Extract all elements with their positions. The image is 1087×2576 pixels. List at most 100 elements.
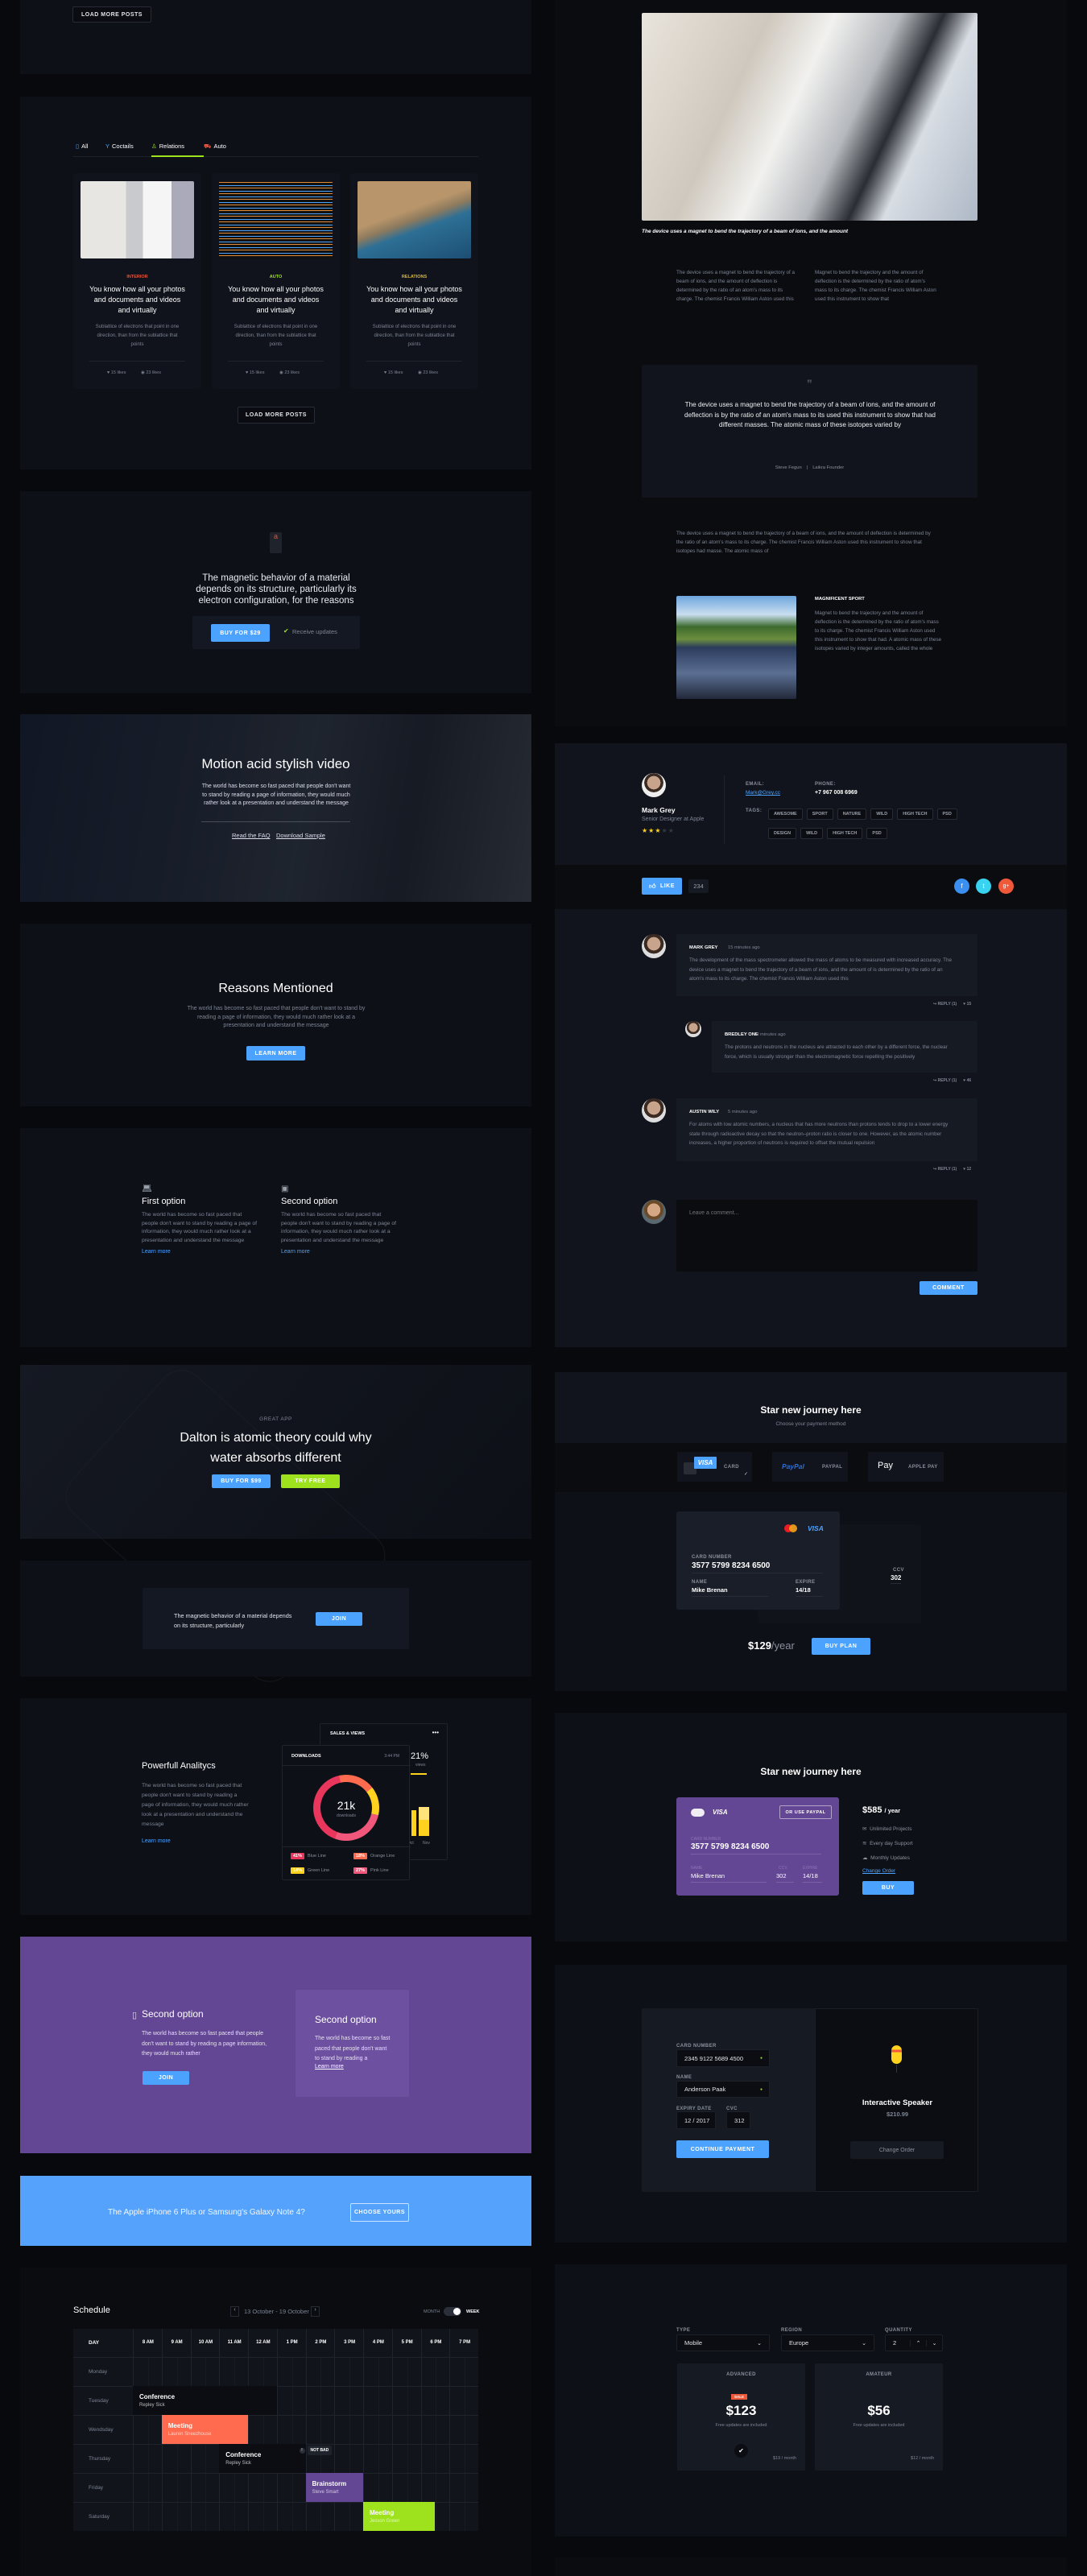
- tag[interactable]: PSD: [936, 808, 957, 820]
- schedule-event[interactable]: Meeting Lauren Sneezhouse: [161, 2415, 248, 2444]
- join-button[interactable]: JOIN: [316, 1612, 362, 1626]
- tab-coctails[interactable]: Y Coctails: [105, 143, 151, 157]
- load-more-button[interactable]: LOAD MORE POSTS: [72, 6, 151, 23]
- tag[interactable]: AWESOME: [768, 808, 803, 820]
- post-title[interactable]: You know how all your photos and documen…: [228, 284, 324, 316]
- profile-role: Senior Designer at Apple: [642, 817, 705, 822]
- learn-more-link[interactable]: Learn more: [315, 2064, 344, 2069]
- buy-button[interactable]: BUY: [862, 1881, 914, 1895]
- twitter-icon[interactable]: t: [976, 879, 991, 894]
- buy-button[interactable]: BUY FOR $99: [212, 1474, 271, 1488]
- increment-icon[interactable]: ⌃: [910, 2339, 926, 2347]
- tag[interactable]: PSD: [866, 828, 887, 839]
- tab-relations[interactable]: ♙ Relations: [151, 143, 204, 157]
- reply-button[interactable]: ↪ REPLY (1): [933, 1078, 957, 1083]
- prev-week-button[interactable]: ‹: [230, 2306, 239, 2317]
- name-input[interactable]: Anderson Paak ●: [676, 2081, 770, 2098]
- schedule-event[interactable]: Brainstorm Steve Smart: [305, 2473, 363, 2502]
- month-week-toggle[interactable]: [444, 2307, 461, 2316]
- tag[interactable]: DESIGN: [768, 828, 797, 839]
- facebook-icon[interactable]: f: [954, 879, 969, 894]
- try-free-button[interactable]: TRY FREE: [281, 1474, 340, 1488]
- post-card[interactable]: INTERIOR You know how all your photos an…: [73, 173, 201, 389]
- tab-all[interactable]: ▯ All: [76, 143, 105, 157]
- learn-more-button[interactable]: LEARN MORE: [246, 1046, 305, 1061]
- decrement-icon[interactable]: ⌄: [926, 2339, 942, 2347]
- comment-button[interactable]: COMMENT: [920, 1281, 977, 1295]
- like-comment-button[interactable]: ♥ 46: [963, 1078, 971, 1083]
- next-week-button[interactable]: ›: [311, 2306, 320, 2317]
- expiry-input[interactable]: 12 / 2017: [676, 2111, 716, 2129]
- method-label: APPLE PAY: [908, 1465, 938, 1470]
- card-name[interactable]: Mike Brenan: [691, 1872, 767, 1883]
- choose-yours-button[interactable]: CHOOSE YOURS: [350, 2203, 409, 2222]
- post-title[interactable]: You know how all your photos and documen…: [366, 284, 462, 316]
- use-paypal-button[interactable]: OR USE PAYPAL: [779, 1805, 832, 1819]
- card-name[interactable]: Mike Brenan: [692, 1586, 768, 1597]
- divider: [724, 775, 725, 844]
- like-comment-button[interactable]: ♥ 12: [963, 1167, 971, 1172]
- method-paypal[interactable]: PayPal PAYPAL: [772, 1452, 848, 1482]
- download-sample-link[interactable]: Download Sample: [276, 832, 325, 839]
- change-order-link[interactable]: Change Order: [862, 1868, 895, 1874]
- post-title[interactable]: You know how all your photos and documen…: [89, 284, 185, 316]
- quantity-value: 2: [893, 2339, 897, 2347]
- read-faq-link[interactable]: Read the FAQ: [232, 832, 271, 839]
- legend-item: 18% Orange Line: [353, 1853, 395, 1859]
- quantity-stepper[interactable]: 2 ⌃ ⌄: [885, 2334, 943, 2351]
- learn-more-link[interactable]: Learn more: [142, 1838, 171, 1844]
- continue-payment-button[interactable]: CONTINUE PAYMENT: [676, 2140, 769, 2158]
- toggle-month-label[interactable]: MONTH: [424, 2309, 440, 2314]
- card-number[interactable]: 3577 5799 8234 6500: [692, 1561, 823, 1573]
- like-button[interactable]: 👍︎ LIKE: [642, 878, 682, 895]
- change-order-button[interactable]: Change Order: [850, 2141, 944, 2159]
- more-icon[interactable]: •••: [432, 1729, 439, 1736]
- tag[interactable]: NATURE: [837, 808, 867, 820]
- sales-percent: 21%: [411, 1751, 429, 1761]
- comment-actions: ↪ REPLY (1) ♥ 12: [933, 1167, 971, 1172]
- schedule-event[interactable]: Conference Repley Sick: [219, 2444, 306, 2473]
- ccv-value[interactable]: 302: [891, 1574, 902, 1584]
- buy-button[interactable]: BUY FOR $29: [211, 624, 270, 642]
- tab-auto[interactable]: ⛟ Auto: [204, 143, 244, 157]
- comment-input[interactable]: [676, 1200, 977, 1271]
- load-more-button[interactable]: LOAD MORE POSTS: [238, 407, 315, 424]
- card-number[interactable]: 3577 5799 8234 6500: [691, 1842, 821, 1854]
- reply-button[interactable]: ↪ REPLY (1): [933, 1167, 957, 1172]
- laptop-icon: 💻︎: [142, 1185, 152, 1193]
- event-person: Steve Smart: [312, 2490, 339, 2495]
- hour-label: 10 AM: [198, 2340, 213, 2345]
- schedule-event[interactable]: Conference Repley Sick: [133, 2386, 277, 2415]
- plan-card-amateur[interactable]: AMATEUR $56 Free updates are included $1…: [815, 2363, 943, 2471]
- price-value: $585: [862, 1805, 882, 1815]
- card-expire[interactable]: 14/18: [803, 1872, 822, 1883]
- google-plus-icon[interactable]: g+: [998, 879, 1014, 894]
- tag[interactable]: WILD: [870, 808, 894, 820]
- tag[interactable]: HIGH TECH: [827, 828, 863, 839]
- learn-more-link[interactable]: Learn more: [142, 1249, 258, 1255]
- reply-button[interactable]: ↪ REPLY (1): [933, 1002, 957, 1007]
- tag[interactable]: SPORT: [806, 808, 833, 820]
- check-icon[interactable]: ✔: [283, 627, 289, 635]
- receive-updates-label[interactable]: Receive updates: [292, 628, 337, 635]
- post-card[interactable]: RELATIONS You know how all your photos a…: [350, 173, 478, 389]
- toggle-week-label[interactable]: WEEK: [466, 2309, 480, 2314]
- tag[interactable]: HIGH TECH: [897, 808, 933, 820]
- learn-more-link[interactable]: Learn more: [281, 1249, 398, 1255]
- email-link[interactable]: Mark@Grey.cc: [746, 790, 780, 796]
- cvc-input[interactable]: 312: [726, 2111, 750, 2129]
- join-button[interactable]: JOIN: [143, 2071, 189, 2085]
- like-comment-button[interactable]: ♥ 15: [963, 1002, 971, 1007]
- method-apple-pay[interactable]: Pay APPLE PAY: [868, 1452, 944, 1482]
- card-ccv[interactable]: 302: [776, 1872, 794, 1883]
- buy-plan-button[interactable]: BUY PLAN: [812, 1638, 870, 1655]
- region-select[interactable]: Europe ⌄: [781, 2334, 874, 2351]
- tag[interactable]: WILD: [800, 828, 824, 839]
- post-card[interactable]: AUTO You know how all your photos and do…: [212, 173, 340, 389]
- plan-card-advanced[interactable]: ADVANCED SALE $123 Free updates are incl…: [677, 2363, 805, 2471]
- method-card[interactable]: VISA CARD ✓: [677, 1452, 752, 1482]
- type-select[interactable]: Mobile ⌄: [676, 2334, 770, 2351]
- schedule-event[interactable]: Meeting Jesson Green: [363, 2502, 436, 2531]
- card-number-input[interactable]: 2345 9122 5689 4500 ●: [676, 2049, 770, 2067]
- card-expire[interactable]: 14/18: [796, 1586, 823, 1597]
